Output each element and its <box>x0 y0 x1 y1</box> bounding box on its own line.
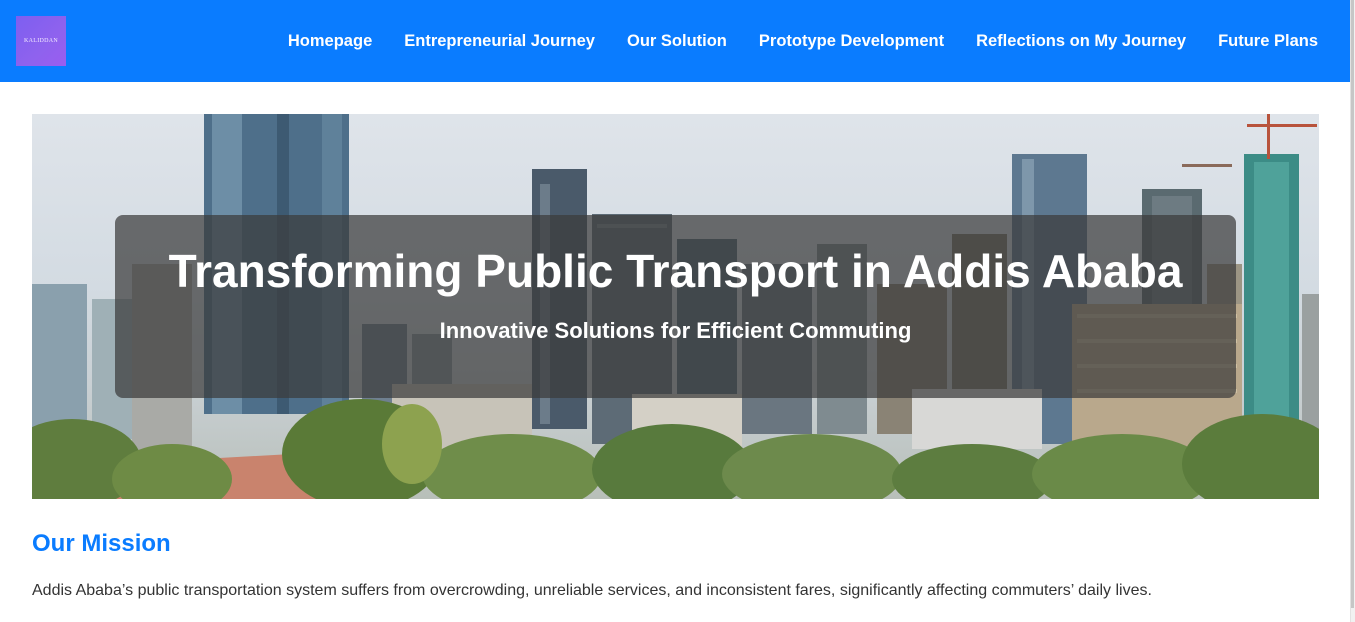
nav-item-homepage: Homepage <box>288 32 372 51</box>
site-header: KALIDDAN Homepage Entrepreneurial Journe… <box>0 0 1350 82</box>
main-nav: Homepage Entrepreneurial Journey Our Sol… <box>288 0 1318 82</box>
mission-heading: Our Mission <box>32 530 171 557</box>
hero-banner: Transforming Public Transport in Addis A… <box>32 114 1319 499</box>
nav-link-future-plans[interactable]: Future Plans <box>1218 32 1318 50</box>
nav-link-reflections[interactable]: Reflections on My Journey <box>976 32 1186 50</box>
nav-link-our-solution[interactable]: Our Solution <box>627 32 727 50</box>
nav-link-entrepreneurial-journey[interactable]: Entrepreneurial Journey <box>404 32 595 50</box>
scrollbar-thumb[interactable] <box>1351 0 1354 608</box>
mission-paragraph: Addis Ababa’s public transportation syst… <box>32 582 1152 599</box>
hero-subtitle: Innovative Solutions for Efficient Commu… <box>439 318 912 343</box>
hero-overlay: Transforming Public Transport in Addis A… <box>115 215 1236 398</box>
logo-text: KALIDDAN <box>23 38 59 44</box>
page: KALIDDAN Homepage Entrepreneurial Journe… <box>0 0 1355 622</box>
nav-link-prototype-development[interactable]: Prototype Development <box>759 32 944 50</box>
nav-link-homepage[interactable]: Homepage <box>288 32 372 50</box>
nav-item-reflections: Reflections on My Journey <box>976 32 1186 51</box>
nav-item-future-plans: Future Plans <box>1218 32 1318 51</box>
nav-item-prototype-development: Prototype Development <box>759 32 944 51</box>
nav-item-entrepreneurial-journey: Entrepreneurial Journey <box>404 32 595 51</box>
nav-item-our-solution: Our Solution <box>627 32 727 51</box>
hero-title: Transforming Public Transport in Addis A… <box>168 245 1183 297</box>
site-logo[interactable]: KALIDDAN <box>16 16 66 66</box>
